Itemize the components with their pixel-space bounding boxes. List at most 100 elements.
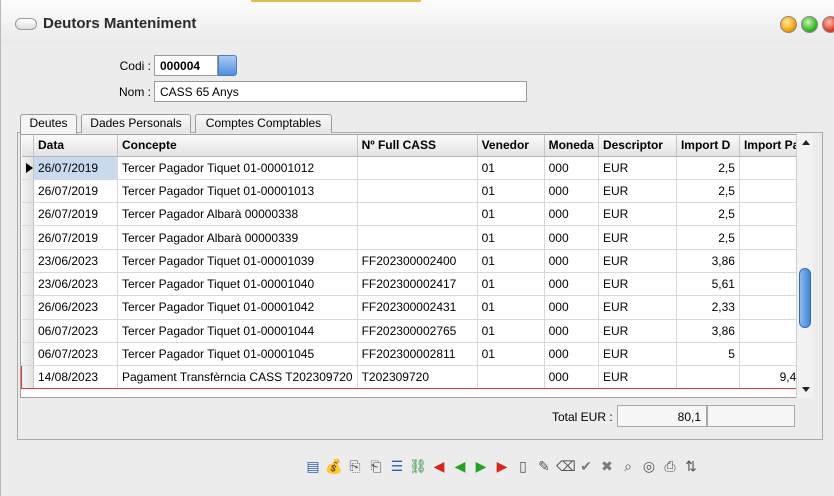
export-icon[interactable]: ⎘ [346,457,364,475]
cell-concepte[interactable]: Tercer Pagador Tiquet 01-00001040 [117,272,358,297]
cell-venedor[interactable]: 01 [477,272,545,297]
cell-full-cass[interactable] [357,156,478,180]
print-icon[interactable]: ⎙ [661,457,679,475]
cell-moneda[interactable]: 000 [544,249,599,273]
cell-data[interactable]: 26/07/2019 [33,225,118,250]
vertical-scrollbar[interactable] [796,134,813,398]
cell-concepte[interactable]: Tercer Pagador Tiquet 01-00001012 [117,156,358,180]
row-indicator[interactable] [21,225,34,250]
table-row[interactable]: 26/06/2023 Tercer Pagador Tiquet 01-00001… [21,295,808,320]
cell-venedor[interactable]: 01 [477,295,545,320]
cell-moneda[interactable]: 000 [544,342,599,367]
cell-full-cass[interactable]: FF202300002400 [357,249,478,273]
prev-record-icon[interactable]: ◀ [451,457,469,475]
deutes-grid[interactable]: Data Concepte Nº Full CASS Venedor Moned… [20,134,813,398]
cell-full-cass[interactable]: FF202300002431 [357,295,478,320]
cell-concepte[interactable]: Tercer Pagador Tiquet 01-00001044 [117,319,358,343]
cell-data[interactable]: 14/08/2023 [33,365,118,390]
scroll-thumb[interactable] [799,268,811,328]
table-row[interactable]: 06/07/2023 Tercer Pagador Tiquet 01-00001… [21,319,808,343]
table-row[interactable]: 14/08/2023 Pagament Transfèrncia CASS T20… [21,365,808,390]
table-row[interactable]: 26/07/2019 Tercer Pagador Tiquet 01-00001… [21,179,808,204]
cell-import-d[interactable]: 5,61 [676,272,740,297]
cell-data[interactable]: 23/06/2023 [33,272,118,297]
cell-moneda[interactable]: 000 [544,272,599,297]
cell-import-d[interactable]: 2,33 [676,295,740,320]
delete-icon[interactable]: ⌫ [556,457,576,475]
cell-import-d[interactable]: 2,5 [676,225,740,250]
row-indicator[interactable] [21,365,34,390]
col-header-full-cass[interactable]: Nº Full CASS [357,135,478,157]
cell-venedor[interactable]: 01 [477,319,545,343]
tab-comptes-comptables[interactable]: Comptes Comptables [195,114,332,133]
cell-concepte[interactable]: Tercer Pagador Tiquet 01-00001013 [117,179,358,204]
cell-descriptor[interactable]: EUR [598,249,677,273]
table-row[interactable]: 26/07/2019 Tercer Pagador Tiquet 01-00001… [21,156,808,180]
first-record-icon[interactable]: ◀ [430,457,448,475]
money-bag-icon[interactable]: 💰 [325,457,343,475]
row-indicator[interactable] [21,319,34,343]
next-record-icon[interactable]: ▶ [472,457,490,475]
cell-descriptor[interactable]: EUR [598,342,677,367]
cell-data[interactable]: 06/07/2023 [33,319,118,343]
confirm-icon[interactable]: ✔ [577,457,595,475]
cell-concepte[interactable]: Tercer Pagador Tiquet 01-00001039 [117,249,358,273]
cell-venedor[interactable]: 01 [477,202,545,227]
cell-data[interactable]: 26/07/2019 [33,179,118,204]
report-icon[interactable]: ▤ [304,457,322,475]
cell-descriptor[interactable]: EUR [598,319,677,343]
row-indicator[interactable] [21,156,34,180]
window-pill-icon[interactable] [15,18,37,30]
row-indicator[interactable] [21,295,34,320]
col-header-moneda[interactable]: Moneda [544,135,599,157]
cell-data[interactable]: 23/06/2023 [33,249,118,273]
import-icon[interactable]: ⎗ [367,457,385,475]
row-indicator[interactable] [21,272,34,297]
cell-descriptor[interactable]: EUR [598,202,677,227]
cancel-icon[interactable]: ✖ [598,457,616,475]
cell-concepte[interactable]: Tercer Pagador Albarà 00000339 [117,225,358,250]
view-icon[interactable]: ◎ [640,457,658,475]
edit-icon[interactable]: ✎ [535,457,553,475]
link-icon[interactable]: ⛓ [409,457,427,475]
col-header-data[interactable]: Data [33,135,118,157]
cell-import-d[interactable]: 2,5 [676,202,740,227]
col-header-venedor[interactable]: Venedor [477,135,545,157]
row-indicator[interactable] [21,249,34,273]
search-icon[interactable]: ⌕ [619,457,637,475]
last-record-icon[interactable]: ▶ [493,457,511,475]
cell-moneda[interactable]: 000 [544,225,599,250]
cell-full-cass[interactable]: FF202300002417 [357,272,478,297]
cell-full-cass[interactable]: FF202300002765 [357,319,478,343]
cell-descriptor[interactable]: EUR [598,225,677,250]
cell-venedor[interactable]: 01 [477,225,545,250]
col-header-descriptor[interactable]: Descriptor [598,135,677,157]
minimize-button[interactable] [780,16,797,33]
row-indicator[interactable] [21,179,34,204]
scroll-up-icon[interactable] [802,140,810,145]
title-bar[interactable]: Deutors Manteniment [1,0,834,44]
cell-moneda[interactable]: 000 [544,179,599,204]
cell-venedor[interactable]: 01 [477,156,545,180]
cell-moneda[interactable]: 000 [544,202,599,227]
cell-full-cass[interactable] [357,225,478,250]
nom-field[interactable]: CASS 65 Anys [154,81,527,102]
close-button[interactable] [822,16,834,33]
cell-descriptor[interactable]: EUR [598,295,677,320]
cell-import-d[interactable]: 2,5 [676,156,740,180]
cell-descriptor[interactable]: EUR [598,365,677,390]
col-header-import-d[interactable]: Import D [676,135,740,157]
cell-data[interactable]: 26/07/2019 [33,156,118,180]
cell-concepte[interactable]: Tercer Pagador Tiquet 01-00001042 [117,295,358,320]
cell-import-d[interactable]: 3,86 [676,319,740,343]
table-row[interactable]: 23/06/2023 Tercer Pagador Tiquet 01-00001… [21,249,808,273]
table-row[interactable]: 26/07/2019 Tercer Pagador Albarà 00000338… [21,202,808,227]
new-record-icon[interactable]: ▯ [514,457,532,475]
cell-descriptor[interactable]: EUR [598,272,677,297]
list-icon[interactable]: ☰ [388,457,406,475]
tab-deutes[interactable]: Deutes [20,114,77,134]
cell-venedor[interactable] [477,365,545,390]
cell-venedor[interactable]: 01 [477,179,545,204]
tab-dades-personals[interactable]: Dades Personals [81,114,191,133]
cell-moneda[interactable]: 000 [544,295,599,320]
